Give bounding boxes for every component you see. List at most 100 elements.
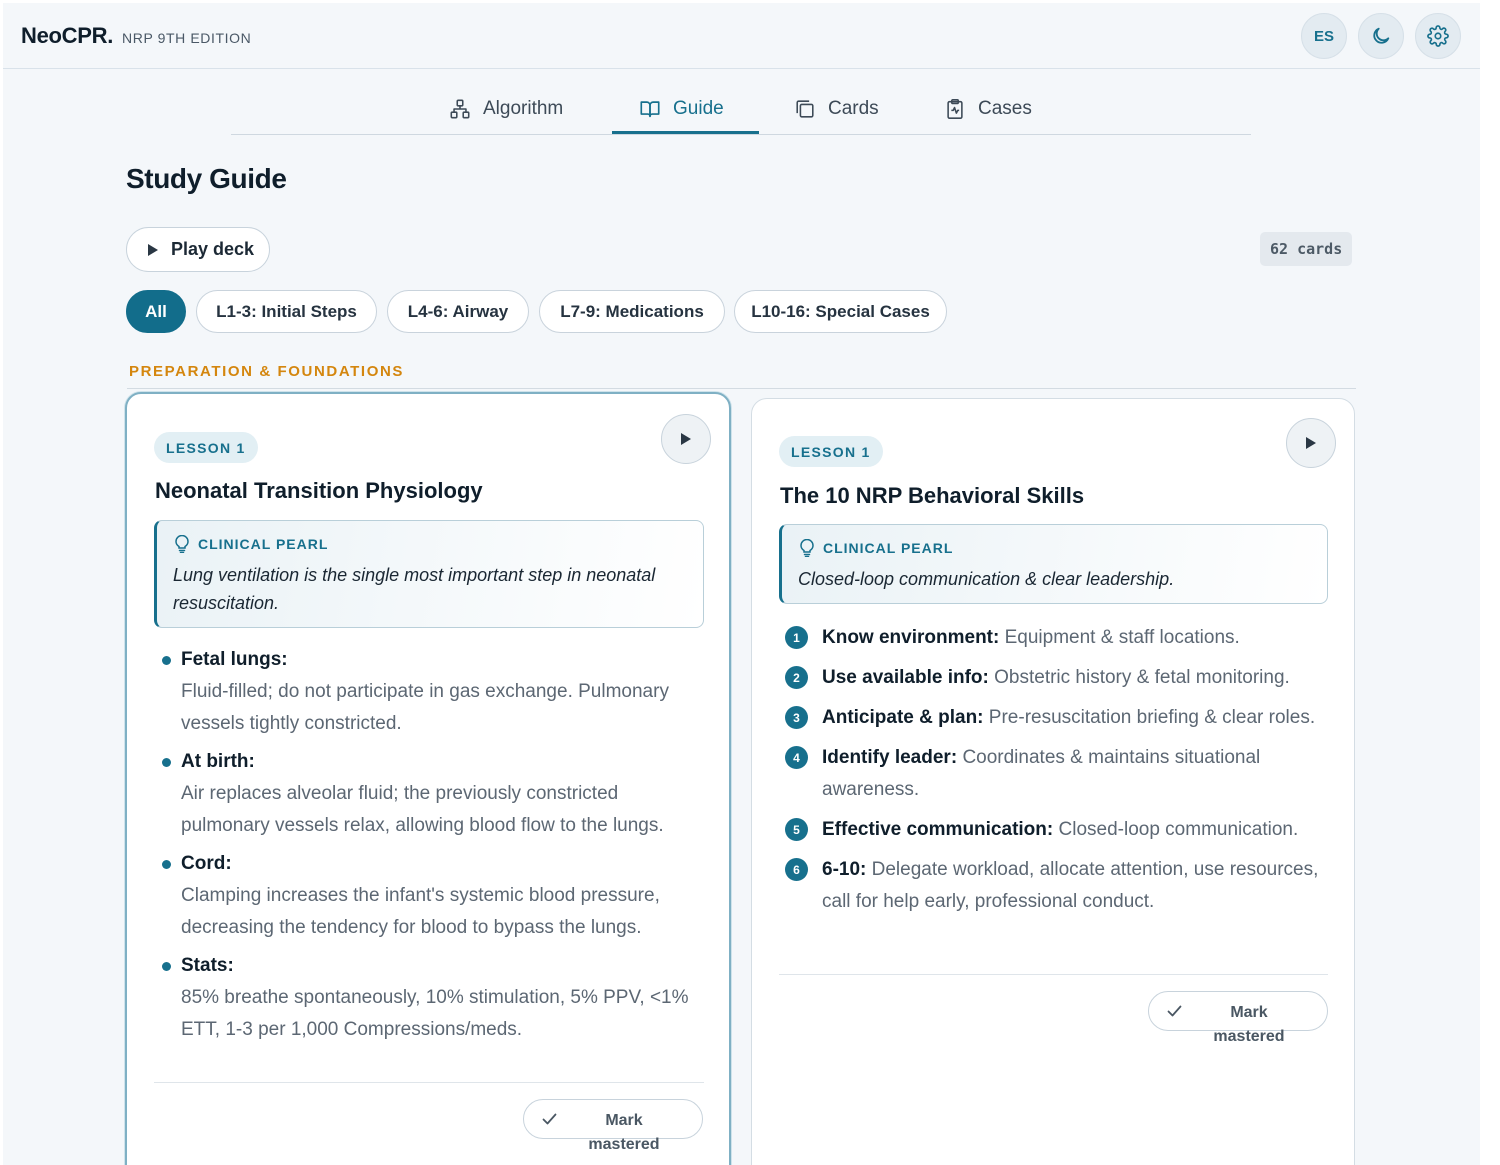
key-points-list: Fetal lungs: Fluid-filled; do not partic… <box>154 647 694 1055</box>
clipboard-icon <box>947 99 963 119</box>
filter-special-cases[interactable]: L10-16: Special Cases <box>734 290 947 333</box>
tab-guide[interactable]: Guide <box>639 83 724 135</box>
card-title: The 10 NRP Behavioral Skills <box>780 483 1085 508</box>
step-number-badge: 6 <box>785 858 808 881</box>
step-description: Delegate workload, allocate attention, u… <box>822 859 1319 912</box>
bullet-dot <box>162 860 171 869</box>
list-item: 3 Anticipate & plan: Pre-resuscitation b… <box>785 702 1330 734</box>
main-tabs: Algorithm Guide Cards Cases <box>231 69 1251 135</box>
settings-button[interactable] <box>1415 13 1461 59</box>
card-count-badge: 62 cards <box>1260 232 1353 266</box>
active-tab-indicator <box>612 131 759 134</box>
card-divider <box>779 974 1328 975</box>
list-item: 2 Use available info: Obstetric history … <box>785 662 1330 694</box>
pearl-label: CLINICAL PEARL <box>823 540 954 556</box>
mark-mastered-button[interactable]: Mark mastered <box>1148 991 1328 1045</box>
behavioral-skills-list: 1 Know environment: Equipment & staff lo… <box>785 622 1330 926</box>
brand-edition: NRP 9TH EDITION <box>122 30 252 46</box>
clinical-pearl: CLINICAL PEARL Lung ventilation is the s… <box>154 520 704 628</box>
step-description: Pre-resuscitation briefing & clear roles… <box>988 707 1316 728</box>
list-item: Stats: 85% breathe spontaneously, 10% st… <box>154 953 694 1046</box>
cards-icon <box>796 100 814 118</box>
lightbulb-icon <box>800 539 814 557</box>
play-deck-label: Play deck <box>171 239 255 259</box>
card-divider <box>154 1082 704 1083</box>
play-deck-button[interactable]: Play deck <box>126 227 270 272</box>
lesson-card[interactable]: LESSON 1 The 10 NRP Behavioral Skills CL… <box>751 398 1355 1165</box>
bullet-dot <box>162 758 171 767</box>
pearl-header: CLINICAL PEARL <box>174 535 328 553</box>
filter-all[interactable]: All <box>126 290 186 333</box>
tab-label: Algorithm <box>483 98 564 119</box>
section-heading: PREPARATION & FOUNDATIONS <box>129 363 404 380</box>
tab-cases[interactable]: Cases <box>944 83 1032 135</box>
moon-icon <box>1373 27 1390 44</box>
step-number-badge: 3 <box>785 706 808 729</box>
list-item: At birth: Air replaces alveolar fluid; t… <box>154 749 694 842</box>
tab-algorithm[interactable]: Algorithm <box>449 83 563 135</box>
tab-label: Guide <box>673 98 724 119</box>
flowchart-icon <box>450 99 470 119</box>
step-term: 6-10: <box>822 859 867 880</box>
play-icon <box>1306 437 1316 449</box>
language-toggle-button[interactable]: ES <box>1301 13 1347 59</box>
step-description: Equipment & staff locations. <box>1004 627 1240 648</box>
pearl-text: Closed-loop communication & clear leader… <box>798 569 1175 589</box>
check-icon <box>1167 1005 1182 1017</box>
section-divider <box>127 388 1356 389</box>
lesson-badge: LESSON 1 <box>154 432 258 463</box>
list-item: 5 Effective communication: Closed-loop c… <box>785 814 1330 846</box>
point-description: Clamping increases the infant's systemic… <box>181 885 660 938</box>
tab-label: Cases <box>978 98 1032 119</box>
book-icon <box>640 101 660 118</box>
tab-label: Cards <box>828 98 879 119</box>
brand[interactable]: NeoCPR. NRP 9TH EDITION <box>21 23 251 49</box>
card-play-button[interactable] <box>661 414 711 464</box>
mark-mastered-label: Mark mastered <box>1213 1004 1285 1045</box>
step-description: Obstetric history & fetal monitoring. <box>994 667 1290 688</box>
step-term: Effective communication: <box>822 819 1054 840</box>
mark-mastered-button[interactable]: Mark mastered <box>523 1099 703 1153</box>
step-term: Use available info: <box>822 667 989 688</box>
step-number-badge: 5 <box>785 818 808 841</box>
point-description: Air replaces alveolar fluid; the previou… <box>181 783 664 836</box>
step-term: Anticipate & plan: <box>822 707 984 728</box>
list-item: 6 6-10: Delegate workload, allocate atte… <box>785 854 1330 918</box>
bullet-dot <box>162 962 171 971</box>
filter-airway[interactable]: L4-6: Airway <box>387 290 529 333</box>
list-item: 4 Identify leader: Coordinates & maintai… <box>785 742 1330 806</box>
card-play-button[interactable] <box>1286 418 1336 468</box>
lightbulb-icon <box>175 535 189 553</box>
check-icon <box>542 1113 557 1125</box>
card-title: Neonatal Transition Physiology <box>155 478 483 503</box>
step-description: Closed-loop communication. <box>1058 819 1299 840</box>
brand-name: NeoCPR. <box>21 23 114 48</box>
list-item: 1 Know environment: Equipment & staff lo… <box>785 622 1330 654</box>
app-header: NeoCPR. NRP 9TH EDITION ES <box>3 3 1480 69</box>
filter-initial-steps[interactable]: L1-3: Initial Steps <box>196 290 377 333</box>
play-icon <box>148 243 158 256</box>
point-description: Fluid-filled; do not participate in gas … <box>181 681 669 734</box>
mark-mastered-label: Mark mastered <box>588 1112 660 1153</box>
theme-toggle-button[interactable] <box>1358 13 1404 59</box>
point-term: Stats: <box>181 955 234 976</box>
language-label: ES <box>1313 27 1334 45</box>
step-number-badge: 1 <box>785 626 808 649</box>
point-description: 85% breathe spontaneously, 10% stimulati… <box>181 987 689 1040</box>
step-number-badge: 4 <box>785 746 808 769</box>
tab-cards[interactable]: Cards <box>794 83 879 135</box>
gear-icon <box>1427 25 1449 47</box>
lesson-badge: LESSON 1 <box>779 436 883 467</box>
filter-medications[interactable]: L7-9: Medications <box>539 290 725 333</box>
step-term: Identify leader: <box>822 747 958 768</box>
point-term: Fetal lungs: <box>181 649 288 670</box>
app-frame: NeoCPR. NRP 9TH EDITION ES Algorithm Gui… <box>3 3 1480 1165</box>
step-term: Know environment: <box>822 627 1000 648</box>
pearl-header: CLINICAL PEARL <box>799 539 953 557</box>
lesson-card[interactable]: LESSON 1 Neonatal Transition Physiology … <box>125 392 731 1165</box>
pearl-text: Lung ventilation is the single most impo… <box>173 565 656 613</box>
list-item: Cord: Clamping increases the infant's sy… <box>154 851 694 944</box>
point-term: At birth: <box>181 751 255 772</box>
bullet-dot <box>162 656 171 665</box>
list-item: Fetal lungs: Fluid-filled; do not partic… <box>154 647 694 740</box>
